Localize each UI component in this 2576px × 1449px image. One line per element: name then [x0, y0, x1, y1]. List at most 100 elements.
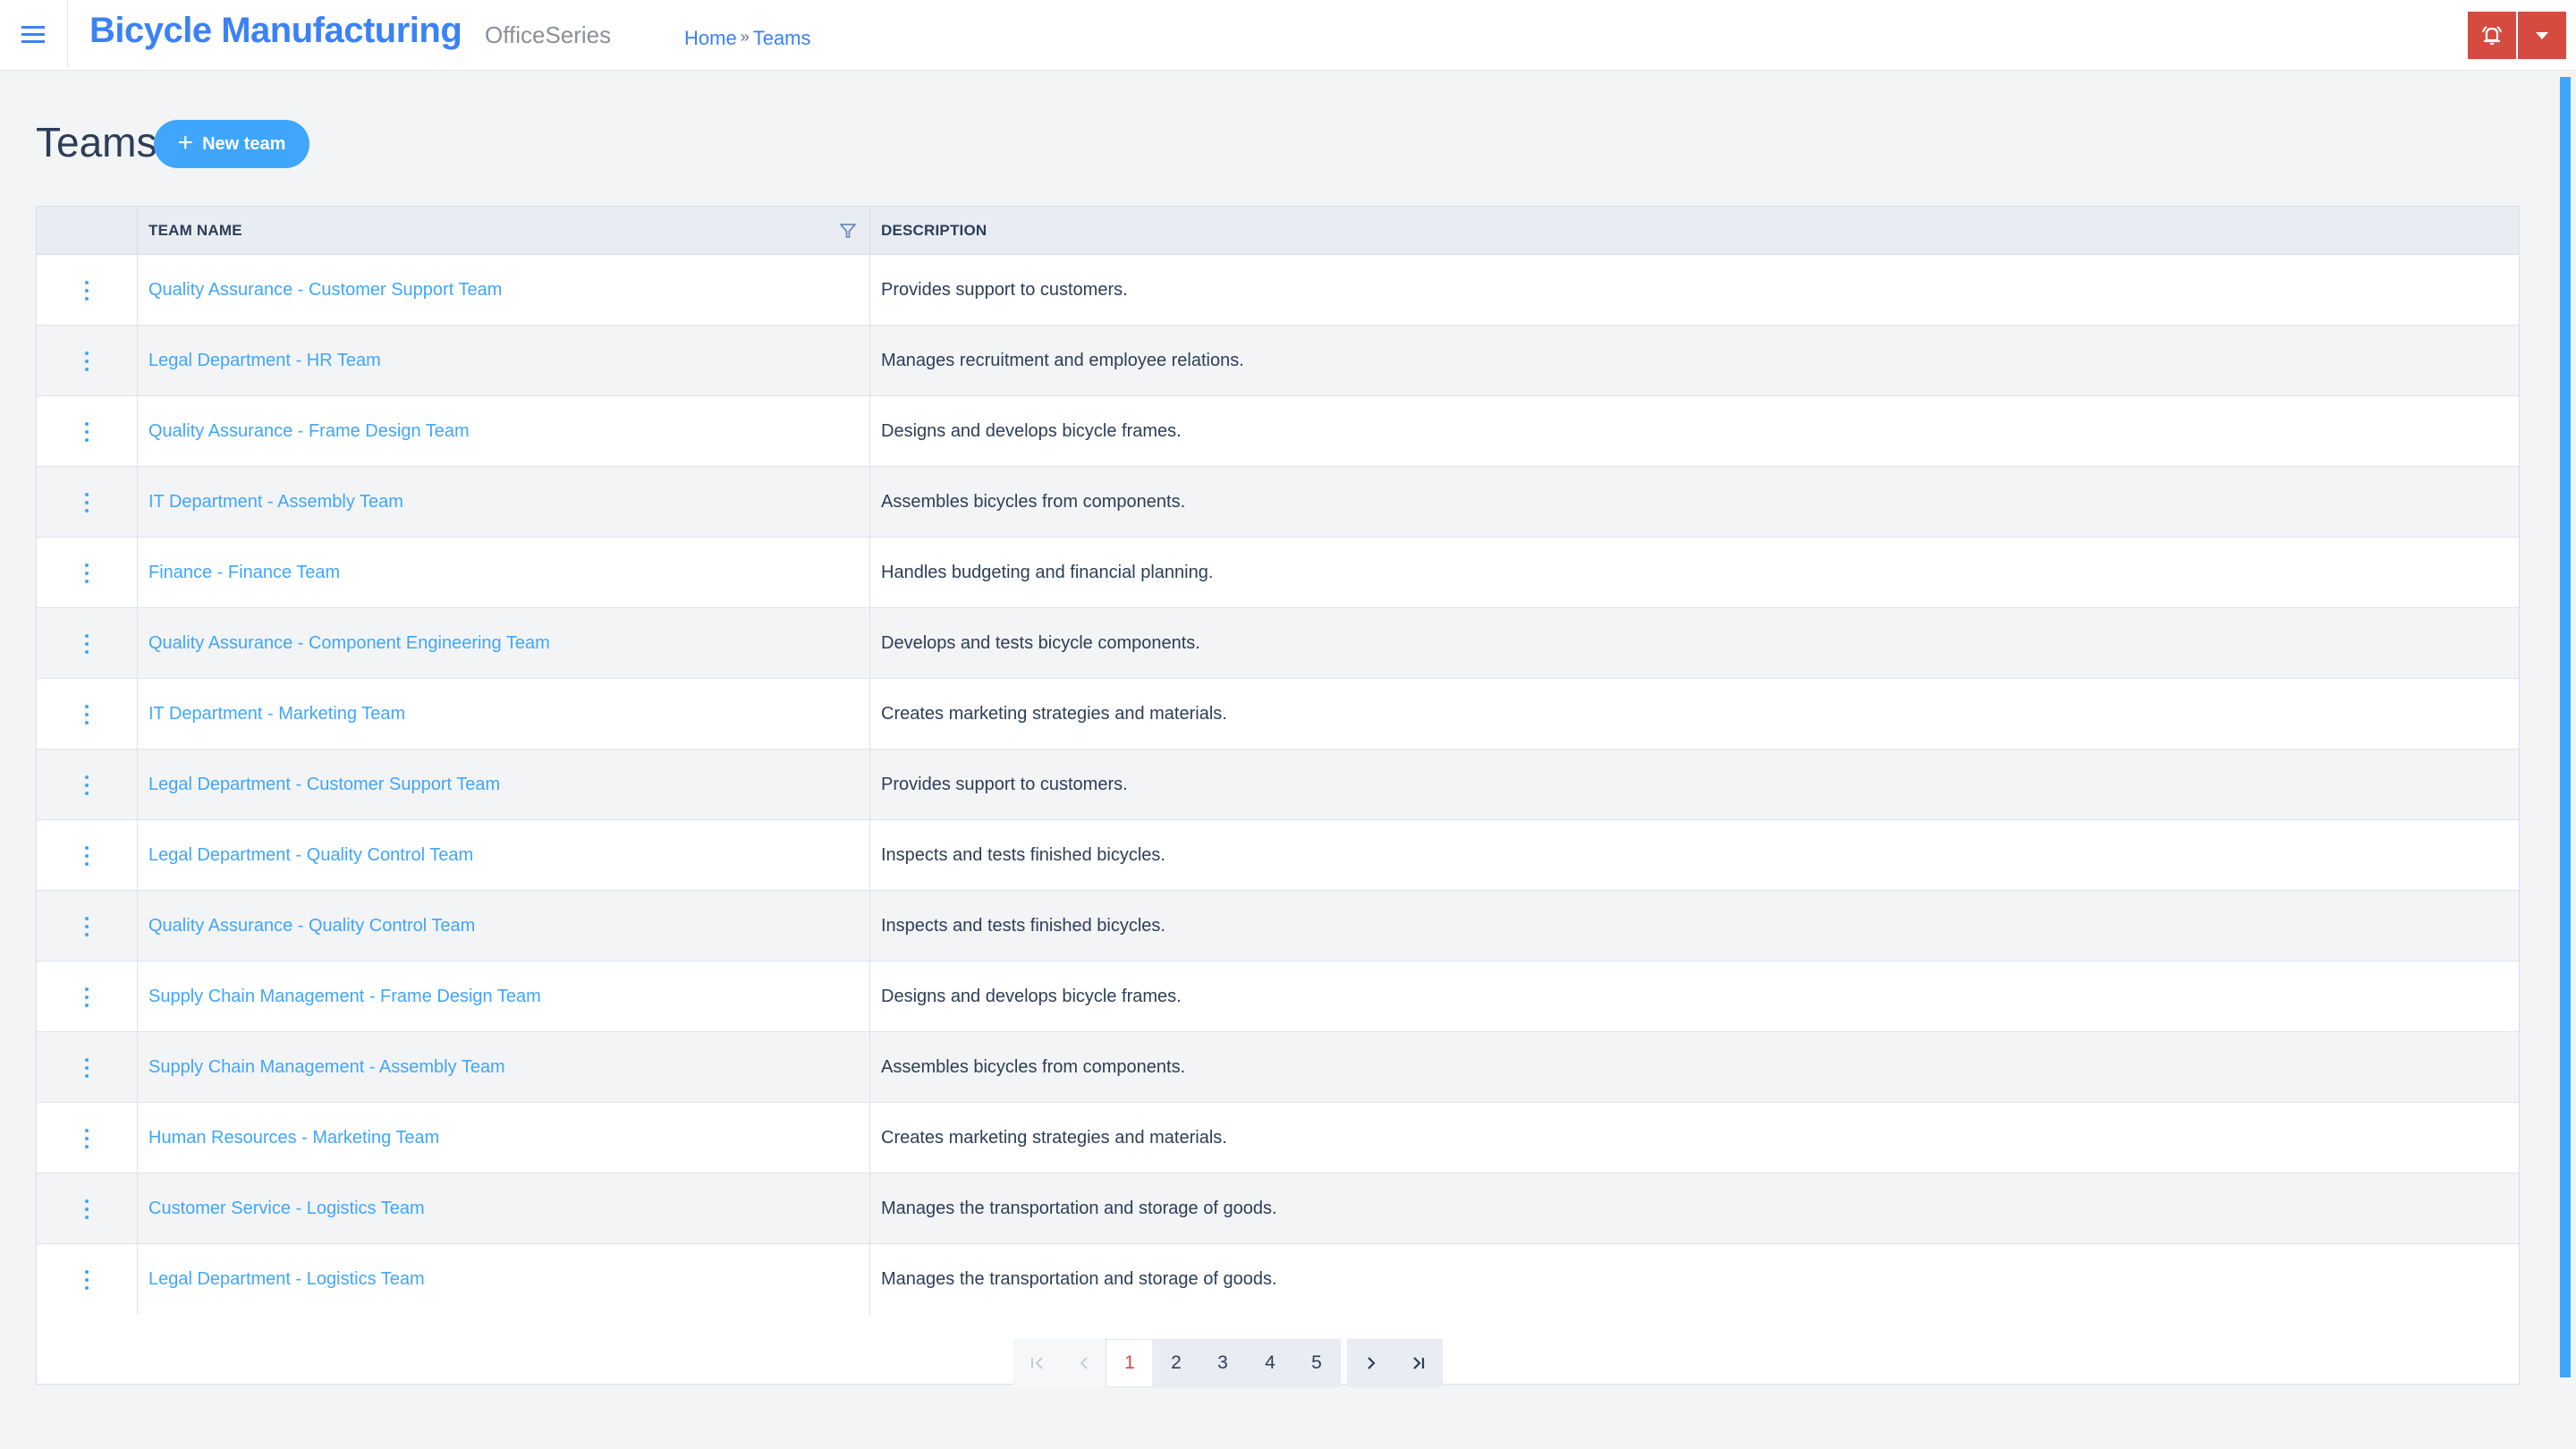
team-name-cell: Quality Assurance - Frame Design Team — [138, 396, 870, 467]
description-cell: Manages the transportation and storage o… — [881, 1199, 1277, 1218]
breadcrumb: Home» Teams — [684, 27, 811, 50]
team-name-cell: Legal Department - HR Team — [138, 326, 870, 396]
table-row: Finance - Finance Team Handles budgeting … — [37, 538, 2519, 608]
team-name-cell: Human Resources - Marketing Team — [138, 1103, 870, 1174]
row-actions-cell — [37, 255, 138, 326]
description-cell: Manages the transportation and storage o… — [881, 1269, 1277, 1289]
new-team-button[interactable]: + New team — [154, 120, 309, 168]
kebab-menu-icon[interactable] — [78, 843, 96, 869]
team-name-link[interactable]: Quality Assurance - Component Engineerin… — [148, 633, 550, 654]
team-name-link[interactable]: IT Department - Assembly Team — [148, 492, 403, 513]
team-name-link[interactable]: Quality Assurance - Quality Control Team — [148, 916, 475, 936]
table-row: IT Department - Assembly Team Assembles b… — [37, 467, 2519, 538]
breadcrumb-separator: » — [740, 28, 750, 46]
description-cell: Designs and develops bicycle frames. — [881, 987, 1182, 1006]
header-description[interactable]: DESCRIPTION — [870, 207, 2519, 255]
team-name-cell: Supply Chain Management - Frame Design T… — [138, 962, 870, 1032]
team-name-link[interactable]: Customer Service - Logistics Team — [148, 1199, 425, 1219]
team-name-cell: Legal Department - Customer Support Team — [138, 750, 870, 820]
table-row: Supply Chain Management - Frame Design T… — [37, 962, 2519, 1032]
last-page-button[interactable] — [1394, 1339, 1443, 1387]
page-title: Teams — [36, 119, 157, 165]
kebab-menu-icon[interactable] — [78, 701, 96, 728]
row-actions-cell — [37, 891, 138, 962]
row-actions-cell — [37, 962, 138, 1032]
row-actions-cell — [37, 608, 138, 679]
description-cell: Assembles bicycles from components. — [881, 492, 1186, 512]
table-row: Quality Assurance - Frame Design Team Des… — [37, 396, 2519, 467]
kebab-menu-icon[interactable] — [78, 913, 96, 940]
team-name-link[interactable]: Legal Department - Logistics Team — [148, 1269, 425, 1290]
table-row: IT Department - Marketing Team Creates ma… — [37, 679, 2519, 750]
team-name-link[interactable]: Legal Department - HR Team — [148, 351, 381, 371]
kebab-menu-icon[interactable] — [78, 1125, 96, 1152]
team-name-cell: Finance - Finance Team — [138, 538, 870, 608]
table-row: Quality Assurance - Quality Control Team… — [37, 891, 2519, 962]
next-page-icon — [1368, 1357, 1376, 1369]
team-name-cell: Quality Assurance - Component Engineerin… — [138, 608, 870, 679]
page-5-button[interactable]: 5 — [1292, 1339, 1341, 1387]
team-name-link[interactable]: Quality Assurance - Customer Support Tea… — [148, 280, 502, 301]
alerts-dropdown-button[interactable] — [2518, 12, 2566, 59]
kebab-menu-icon[interactable] — [78, 772, 96, 799]
table-row: Customer Service - Logistics Team Manages… — [37, 1174, 2519, 1244]
team-name-cell: Legal Department - Logistics Team — [138, 1244, 870, 1315]
team-name-link[interactable]: Legal Department - Quality Control Team — [148, 845, 473, 866]
first-page-icon — [1031, 1357, 1043, 1369]
team-name-link[interactable]: Quality Assurance - Frame Design Team — [148, 421, 470, 442]
team-name-link[interactable]: IT Department - Marketing Team — [148, 704, 405, 724]
team-name-link[interactable]: Finance - Finance Team — [148, 563, 340, 583]
caret-down-icon — [2536, 31, 2548, 39]
breadcrumb-teams[interactable]: Teams — [753, 27, 811, 49]
team-name-link[interactable]: Human Resources - Marketing Team — [148, 1128, 439, 1148]
kebab-menu-icon[interactable] — [78, 1055, 96, 1081]
page-3-button[interactable]: 3 — [1199, 1339, 1247, 1387]
next-page-button[interactable] — [1347, 1339, 1395, 1387]
description-cell: Creates marketing strategies and materia… — [881, 704, 1227, 724]
description-cell: Manages recruitment and employee relatio… — [881, 351, 1244, 370]
description-cell: Inspects and tests finished bicycles. — [881, 916, 1165, 936]
kebab-menu-icon[interactable] — [78, 631, 96, 657]
page-scrollbar[interactable] — [2560, 77, 2571, 1377]
kebab-menu-icon[interactable] — [78, 277, 96, 304]
table-row: Legal Department - Quality Control Team I… — [37, 820, 2519, 891]
row-actions-cell — [37, 820, 138, 891]
team-name-cell: IT Department - Marketing Team — [138, 679, 870, 750]
kebab-menu-icon[interactable] — [78, 1196, 96, 1223]
table-body: Quality Assurance - Customer Support Tea… — [37, 255, 2519, 1315]
alerts-button[interactable] — [2468, 12, 2516, 59]
kebab-menu-icon[interactable] — [78, 489, 96, 516]
first-page-button[interactable] — [1013, 1339, 1062, 1387]
hamburger-icon[interactable] — [20, 23, 47, 47]
page-2-button[interactable]: 2 — [1152, 1339, 1200, 1387]
kebab-menu-icon[interactable] — [78, 348, 96, 375]
page-1-button[interactable]: 1 — [1106, 1339, 1154, 1387]
prev-page-icon — [1080, 1357, 1088, 1369]
kebab-menu-icon[interactable] — [78, 1267, 96, 1293]
team-name-cell: Legal Department - Quality Control Team — [138, 820, 870, 891]
table-row: Legal Department - Logistics Team Manages… — [37, 1244, 2519, 1315]
row-actions-cell — [37, 538, 138, 608]
table-row: Human Resources - Marketing Team Creates … — [37, 1103, 2519, 1174]
filter-icon[interactable] — [839, 222, 857, 240]
header-team-name[interactable]: TEAM NAME — [138, 207, 870, 255]
row-actions-cell — [37, 467, 138, 538]
kebab-menu-icon[interactable] — [78, 560, 96, 587]
row-actions-cell — [37, 1174, 138, 1244]
team-name-link[interactable]: Supply Chain Management - Frame Design T… — [148, 987, 541, 1007]
description-cell: Inspects and tests finished bicycles. — [881, 845, 1165, 865]
prev-page-button[interactable] — [1060, 1339, 1108, 1387]
page-4-button[interactable]: 4 — [1246, 1339, 1294, 1387]
team-name-cell: Customer Service - Logistics Team — [138, 1174, 870, 1244]
team-name-link[interactable]: Supply Chain Management - Assembly Team — [148, 1057, 505, 1078]
kebab-menu-icon[interactable] — [78, 984, 96, 1011]
app-title[interactable]: Bicycle Manufacturing — [89, 11, 462, 51]
bell-icon — [2482, 25, 2502, 45]
team-name-cell: IT Department - Assembly Team — [138, 467, 870, 538]
row-actions-cell — [37, 326, 138, 396]
row-actions-cell — [37, 679, 138, 750]
breadcrumb-home[interactable]: Home — [684, 27, 737, 49]
team-name-link[interactable]: Legal Department - Customer Support Team — [148, 775, 500, 795]
kebab-menu-icon[interactable] — [78, 419, 96, 445]
pagination: 1 2 3 4 5 — [37, 1315, 2519, 1387]
